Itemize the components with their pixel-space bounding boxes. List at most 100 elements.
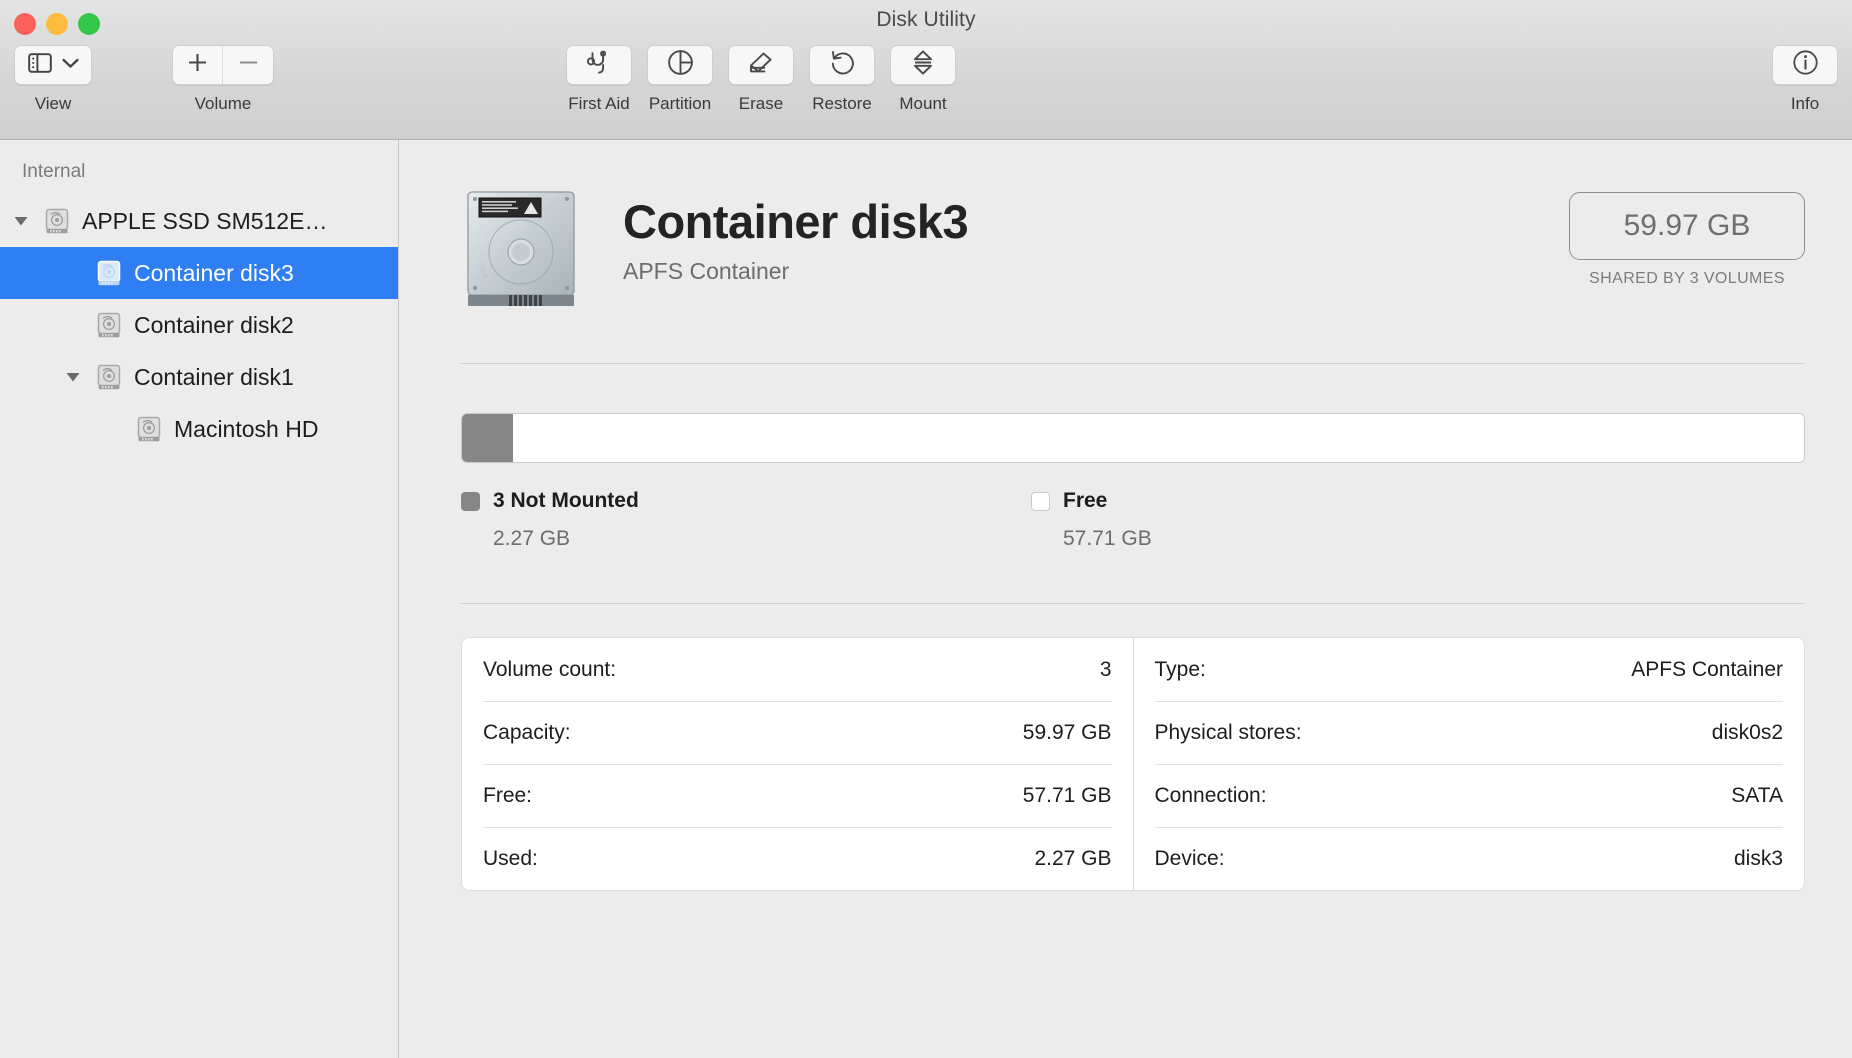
view-label: View: [34, 94, 72, 113]
info-row-label: Free:: [483, 784, 533, 807]
usage-legend: 3 Not Mounted 2.27 GB Free 57.71 GB: [461, 489, 1805, 551]
remove-volume-button[interactable]: [223, 45, 274, 85]
sidebar-section-header: Internal: [22, 161, 86, 182]
info-button[interactable]: [1772, 45, 1838, 85]
first-aid-button[interactable]: [566, 45, 632, 85]
sidebar-item[interactable]: Macintosh HD: [0, 403, 398, 455]
info-table-right: Type: APFS Container Physical stores: disk0…: [1132, 638, 1805, 890]
info-row-label: Device:: [1154, 847, 1225, 870]
legend-swatch: [461, 491, 480, 511]
mount-label: Mount: [899, 94, 947, 113]
info-row-value: 57.71 GB: [1022, 784, 1112, 807]
legend-value: 57.71 GB: [1063, 527, 1152, 550]
restore-button[interactable]: [809, 45, 875, 85]
page-subtitle: APFS Container: [623, 258, 790, 284]
page-title: Container disk3: [623, 195, 969, 248]
info-row-value: 59.97 GB: [1022, 721, 1112, 744]
legend-item: Free 57.71 GB: [1031, 489, 1805, 551]
eject-icon: [911, 49, 935, 81]
pie-chart-icon: [667, 49, 694, 81]
zoom-button[interactable]: [78, 13, 100, 35]
info-row-value: disk0s2: [1711, 721, 1783, 744]
info-tables: Volume count: 3 Capacity: 59.97 GB Free: 57.7…: [461, 637, 1805, 891]
main-pane: Container disk3 APFS Container 59.97 GB …: [399, 140, 1852, 1058]
mount-button[interactable]: [890, 45, 956, 85]
view-button[interactable]: [14, 45, 92, 85]
sidebar-item-label: APPLE SSD SM512E…: [82, 207, 328, 234]
stethoscope-icon: [585, 50, 613, 81]
drive-icon: [94, 310, 124, 340]
traffic-lights: [14, 13, 100, 35]
disk-utility-window: Disk Utility View Volume First Aid Parti…: [0, 0, 1852, 1058]
drive-icon: [134, 414, 164, 444]
minimize-button[interactable]: [46, 13, 68, 35]
restore-action: Restore: [809, 45, 875, 114]
first-aid-action: First Aid: [566, 45, 632, 114]
first-aid-label: First Aid: [568, 94, 630, 113]
sidebar-item[interactable]: APPLE SSD SM512E…: [0, 195, 398, 247]
sidebar-item[interactable]: Container disk1: [0, 351, 398, 403]
volume-segmented-control: [172, 45, 274, 85]
legend-label: Free: [1063, 489, 1108, 512]
view-toolbar-group: View: [14, 45, 92, 114]
volume-header-text: Container disk3 APFS Container: [623, 194, 969, 285]
erase-label: Erase: [738, 94, 784, 113]
window-body: Internal APPLE SSD SM512E… Container disk…: [0, 140, 1852, 1058]
info-row-value: 3: [1099, 657, 1112, 681]
usage-chart: 3 Not Mounted 2.27 GB Free 57.71 GB: [461, 413, 1805, 551]
info-row: Connection: SATA: [1154, 764, 1783, 827]
sidebar-item-label: Container disk1: [134, 363, 294, 390]
info-label: Info: [1790, 94, 1820, 113]
info-row-value: 2.27 GB: [1034, 847, 1112, 870]
sidebar: Internal APPLE SSD SM512E… Container disk…: [0, 140, 399, 1058]
info-row-value: APFS Container: [1631, 657, 1783, 681]
drive-icon: [42, 206, 72, 236]
info-row-label: Connection:: [1154, 784, 1267, 807]
info-row: Device: disk3: [1154, 827, 1783, 890]
disclosure-triangle-icon[interactable]: [62, 371, 84, 383]
capacity-badge: 59.97 GB: [1569, 192, 1805, 260]
usage-bar: [461, 413, 1805, 463]
capacity-note: SHARED BY 3 VOLUMES: [1589, 270, 1785, 287]
close-button[interactable]: [14, 13, 36, 35]
restore-label: Restore: [812, 94, 872, 113]
info-row-label: Type:: [1154, 657, 1206, 681]
info-row: Capacity: 59.97 GB: [483, 701, 1112, 764]
info-row: Type: APFS Container: [1155, 638, 1784, 701]
legend-swatch: [1031, 491, 1050, 511]
erase-button[interactable]: [728, 45, 794, 85]
sidebar-item-label: Container disk2: [134, 311, 294, 338]
info-circle-icon: [1792, 49, 1819, 81]
sidebar-item[interactable]: Container disk2: [0, 299, 398, 351]
info-table-left: Volume count: 3 Capacity: 59.97 GB Free: 57.7…: [462, 638, 1133, 890]
window-chrome: Disk Utility View Volume First Aid Parti…: [0, 0, 1852, 140]
mount-action: Mount: [890, 45, 956, 114]
info-row-label: Volume count:: [483, 657, 617, 681]
info-row: Free: 57.71 GB: [483, 764, 1112, 827]
usage-bar-segment: [462, 414, 513, 462]
legend-label: 3 Not Mounted: [493, 489, 639, 512]
capacity-summary: 59.97 GB SHARED BY 3 VOLUMES: [1569, 192, 1805, 288]
window-title: Disk Utility: [876, 8, 976, 31]
partition-button[interactable]: [647, 45, 713, 85]
volume-toolbar-group: Volume: [172, 45, 274, 114]
sidebar-item[interactable]: Container disk3: [0, 247, 398, 299]
erase-action: Erase: [728, 45, 794, 114]
legend-value: 2.27 GB: [493, 527, 571, 550]
divider-bottom: [461, 603, 1805, 604]
divider-top: [461, 363, 1805, 364]
hard-drive-icon: [461, 186, 581, 316]
sidebar-item-label: Container disk3: [134, 259, 294, 286]
info-row: Used: 2.27 GB: [483, 827, 1112, 890]
action-toolbar-group: First Aid Partition Erase Restore Mount: [566, 45, 956, 114]
sidebar-item-label: Macintosh HD: [174, 415, 319, 442]
plus-icon: [185, 50, 210, 80]
sidebar-icon: [27, 52, 52, 78]
info-row: Volume count: 3: [483, 638, 1112, 701]
chevron-down-icon: [61, 56, 79, 74]
partition-action: Partition: [647, 45, 713, 114]
volume-header: Container disk3 APFS Container 59.97 GB …: [461, 180, 1805, 316]
add-volume-button[interactable]: [172, 45, 223, 85]
legend-item: 3 Not Mounted 2.27 GB: [461, 489, 1031, 551]
disclosure-triangle-icon[interactable]: [10, 215, 32, 227]
